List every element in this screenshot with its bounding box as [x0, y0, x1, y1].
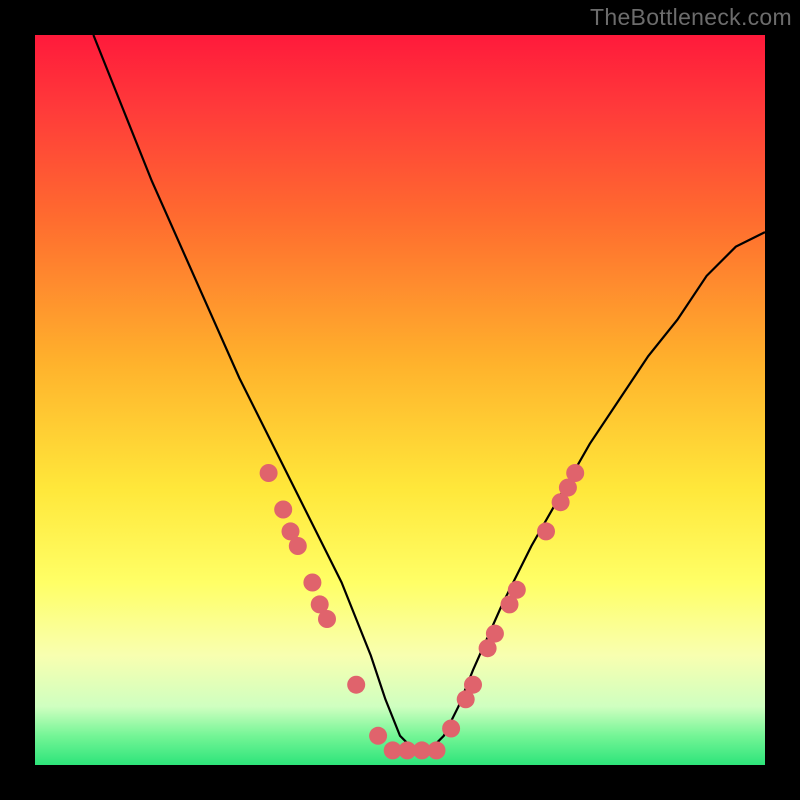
- data-marker: [566, 464, 584, 482]
- data-marker: [508, 581, 526, 599]
- data-marker: [369, 727, 387, 745]
- plot-area: [35, 35, 765, 765]
- markers: [260, 464, 585, 759]
- data-marker: [318, 610, 336, 628]
- data-marker: [260, 464, 278, 482]
- data-marker: [442, 720, 460, 738]
- data-marker: [289, 537, 307, 555]
- data-marker: [347, 676, 365, 694]
- data-marker: [486, 625, 504, 643]
- data-marker: [303, 574, 321, 592]
- bottleneck-curve: [93, 35, 765, 750]
- data-marker: [274, 501, 292, 519]
- data-marker: [428, 741, 446, 759]
- data-marker: [464, 676, 482, 694]
- chart-frame: TheBottleneck.com: [0, 0, 800, 800]
- curve-svg: [35, 35, 765, 765]
- watermark-text: TheBottleneck.com: [590, 4, 792, 31]
- data-marker: [537, 522, 555, 540]
